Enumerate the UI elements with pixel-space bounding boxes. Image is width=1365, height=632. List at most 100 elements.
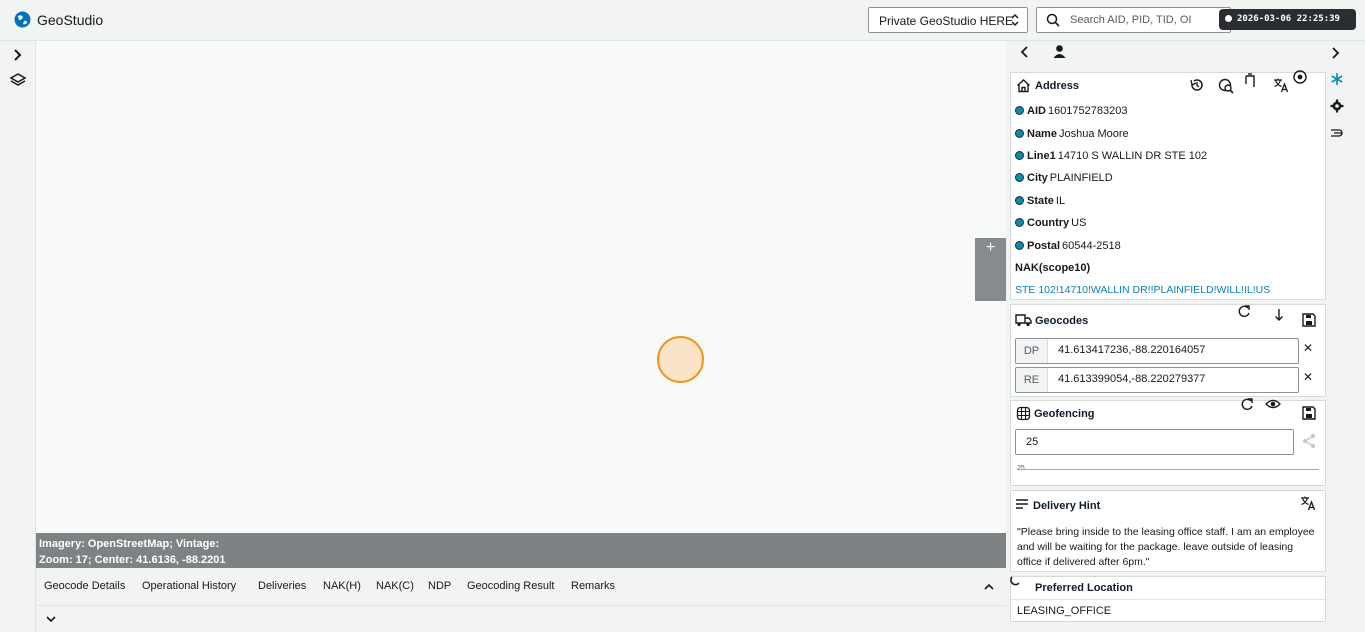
field-value[interactable]: Joshua Moore	[1059, 128, 1129, 140]
truck-icon	[1015, 314, 1032, 327]
field-label: Name	[1027, 128, 1057, 140]
delivery-hint-text: "Please bring inside to the leasing offi…	[1017, 526, 1315, 568]
zoom-in-button[interactable]: +	[975, 238, 1006, 301]
field-state: State IL	[1015, 195, 1065, 207]
clear-re-button[interactable]: ✕	[1303, 370, 1313, 384]
snowflake-icon[interactable]	[1330, 72, 1344, 86]
forward-chevron-icon[interactable]	[1328, 46, 1342, 60]
visibility-icon[interactable]	[1292, 69, 1308, 85]
tab-geocode-details[interactable]: Geocode Details	[44, 580, 125, 592]
eye-icon[interactable]	[1265, 396, 1281, 412]
status-dot-icon	[1015, 218, 1024, 227]
top-bar: GeoStudio Private GeoStudio HERE Search …	[0, 0, 1365, 41]
export-icon[interactable]	[1240, 397, 1256, 413]
status-dot-icon	[1015, 129, 1024, 138]
status-dot-icon	[1015, 196, 1024, 205]
tab-geocoding-result[interactable]: Geocoding Result	[467, 580, 554, 592]
tab-remarks[interactable]: Remarks	[571, 580, 615, 592]
nak-label: NAK(scope10)	[1015, 262, 1091, 274]
geocode-re-field[interactable]: RE 41.613399054,-88.220279377	[1015, 367, 1299, 393]
source-select-value: Private GeoStudio HERE	[879, 14, 1014, 28]
map-info-bar: Imagery: OpenStreetMap; Vintage: Zoom: 1…	[36, 533, 1006, 568]
search-icon	[1046, 13, 1060, 27]
expand-chevron-icon[interactable]	[9, 46, 27, 64]
chevron-up-icon[interactable]	[982, 580, 996, 594]
arrow-down-icon[interactable]	[1271, 307, 1287, 323]
geocode-dp-field[interactable]: DP 41.613417236,-88.220164057	[1015, 338, 1299, 364]
tab-operational-history[interactable]: Operational History	[142, 580, 236, 592]
status-dot-icon	[1015, 173, 1024, 182]
translate-icon[interactable]	[1273, 77, 1289, 93]
location-marker[interactable]	[657, 336, 704, 383]
field-value[interactable]: 14710 S WALLIN DR STE 102	[1058, 150, 1207, 162]
search-input[interactable]: Search AID, PID, TID, OI	[1036, 7, 1231, 33]
tab-deliveries[interactable]: Deliveries	[258, 580, 306, 592]
globe-search-icon[interactable]	[1218, 78, 1234, 94]
address-card: Address AID 1601752783203 Name Joshua Moor…	[1010, 69, 1326, 300]
tab-nak-h[interactable]: NAK(H)	[323, 580, 361, 592]
geocode-value[interactable]: 41.613399054,-88.220279377	[1058, 373, 1205, 385]
app-title: GeoStudio	[37, 12, 104, 28]
geofence-radius-input[interactable]: 25	[1015, 429, 1294, 455]
preferred-location-value: LEASING_OFFICE	[1017, 605, 1112, 617]
field-label: AID	[1027, 105, 1046, 117]
layers-icon[interactable]	[9, 71, 27, 89]
field-value[interactable]: PLAINFIELD	[1050, 172, 1113, 184]
location-pin-icon	[1010, 576, 1020, 586]
preferred-location-card: Preferred Location LEASING_OFFICE	[1010, 576, 1326, 622]
save-icon[interactable]	[1301, 312, 1317, 328]
field-label: Postal	[1027, 240, 1061, 252]
field-label: City	[1027, 172, 1048, 184]
delivery-hint-title: Delivery Hint	[1033, 500, 1101, 512]
zoom-center-text: Zoom: 17; Center: 41.6136, -88.2201	[39, 554, 226, 566]
notes-icon	[1016, 499, 1028, 509]
refresh-icon[interactable]	[1237, 304, 1253, 320]
field-label: Country	[1027, 217, 1070, 229]
share-icon[interactable]	[1301, 433, 1317, 449]
clock-text: 2026-03-06 22:25:39	[1237, 14, 1340, 24]
clipboard-icon[interactable]	[1242, 73, 1258, 89]
save-icon[interactable]	[1301, 405, 1317, 421]
globe-icon	[14, 11, 31, 28]
source-select[interactable]: Private GeoStudio HERE	[868, 7, 1028, 33]
updown-chevron-icon	[1011, 13, 1019, 27]
preferred-location-title: Preferred Location	[1035, 582, 1133, 594]
clock-badge: 2026-03-06 22:25:39	[1219, 9, 1356, 30]
tab-ndp[interactable]: NDP	[428, 580, 451, 592]
grid-globe-icon	[1016, 406, 1031, 421]
geocode-prefix: DP	[1016, 339, 1048, 363]
field-city: City PLAINFIELD	[1015, 172, 1113, 184]
geofencing-title: Geofencing	[1034, 408, 1095, 420]
geocode-prefix: RE	[1016, 368, 1048, 392]
link-icon[interactable]	[1330, 127, 1344, 139]
field-label: Line1	[1027, 150, 1056, 162]
clock-icon	[1225, 15, 1232, 22]
field-value[interactable]: 1601752783203	[1048, 105, 1128, 117]
back-chevron-icon[interactable]	[1018, 45, 1032, 59]
imagery-text: Imagery: OpenStreetMap; Vintage:	[39, 538, 220, 550]
history-icon[interactable]	[1189, 77, 1205, 93]
clear-dp-button[interactable]: ✕	[1303, 341, 1313, 355]
translate-icon[interactable]	[1300, 495, 1316, 511]
geocode-value[interactable]: 41.613417236,-88.220164057	[1058, 344, 1205, 356]
chevron-down-icon[interactable]	[44, 612, 58, 626]
tab-nak-c[interactable]: NAK(C)	[376, 580, 414, 592]
user-icon[interactable]	[1052, 44, 1067, 59]
left-rail	[0, 41, 36, 632]
field-postal: Postal 60544-2518	[1015, 240, 1121, 252]
geofencing-card: Geofencing 25 25	[1010, 397, 1326, 486]
status-dot-icon	[1015, 106, 1024, 115]
status-dot-icon	[1015, 151, 1024, 160]
field-value[interactable]: IL	[1056, 195, 1065, 207]
geocodes-title: Geocodes	[1035, 315, 1089, 327]
divider	[1011, 599, 1325, 600]
bottom-tabs: Geocode Details Operational History Deli…	[36, 568, 1006, 606]
field-aid: AID 1601752783203	[1015, 105, 1127, 117]
field-value[interactable]: US	[1071, 217, 1086, 229]
field-value[interactable]: 60544-2518	[1062, 240, 1121, 252]
geofence-radius-slider[interactable]	[1019, 469, 1319, 470]
nak-value-link[interactable]: STE 102!14710!WALLIN DR!!PLAINFIELD!WILL…	[1015, 284, 1270, 296]
field-name: Name Joshua Moore	[1015, 128, 1129, 140]
map-canvas[interactable]: +	[36, 41, 1006, 533]
gear-icon[interactable]	[1330, 99, 1344, 113]
